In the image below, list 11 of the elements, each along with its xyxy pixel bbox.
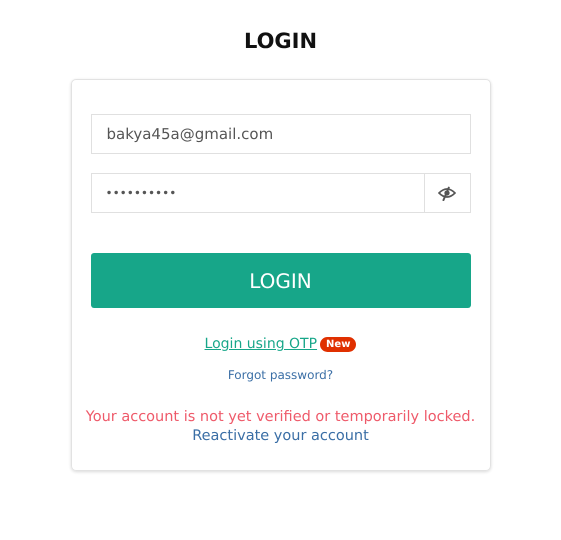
new-badge: New xyxy=(320,336,356,352)
password-field[interactable]: •••••••••• xyxy=(90,173,424,213)
email-field[interactable]: bakya45a@gmail.com xyxy=(90,114,470,154)
otp-login-link[interactable]: Login using OTP xyxy=(204,336,318,352)
login-button[interactable]: LOGIN xyxy=(90,253,470,308)
forgot-password-link[interactable]: Forgot password? xyxy=(228,368,334,382)
error-message: Your account is not yet verified or temporarily locked. xyxy=(86,409,476,425)
reactivate-account-link[interactable]: Reactivate your account xyxy=(192,428,369,444)
eye-icon xyxy=(438,185,456,201)
page-title: LOGIN xyxy=(244,29,318,53)
visibility-toggle-button[interactable] xyxy=(424,173,470,213)
